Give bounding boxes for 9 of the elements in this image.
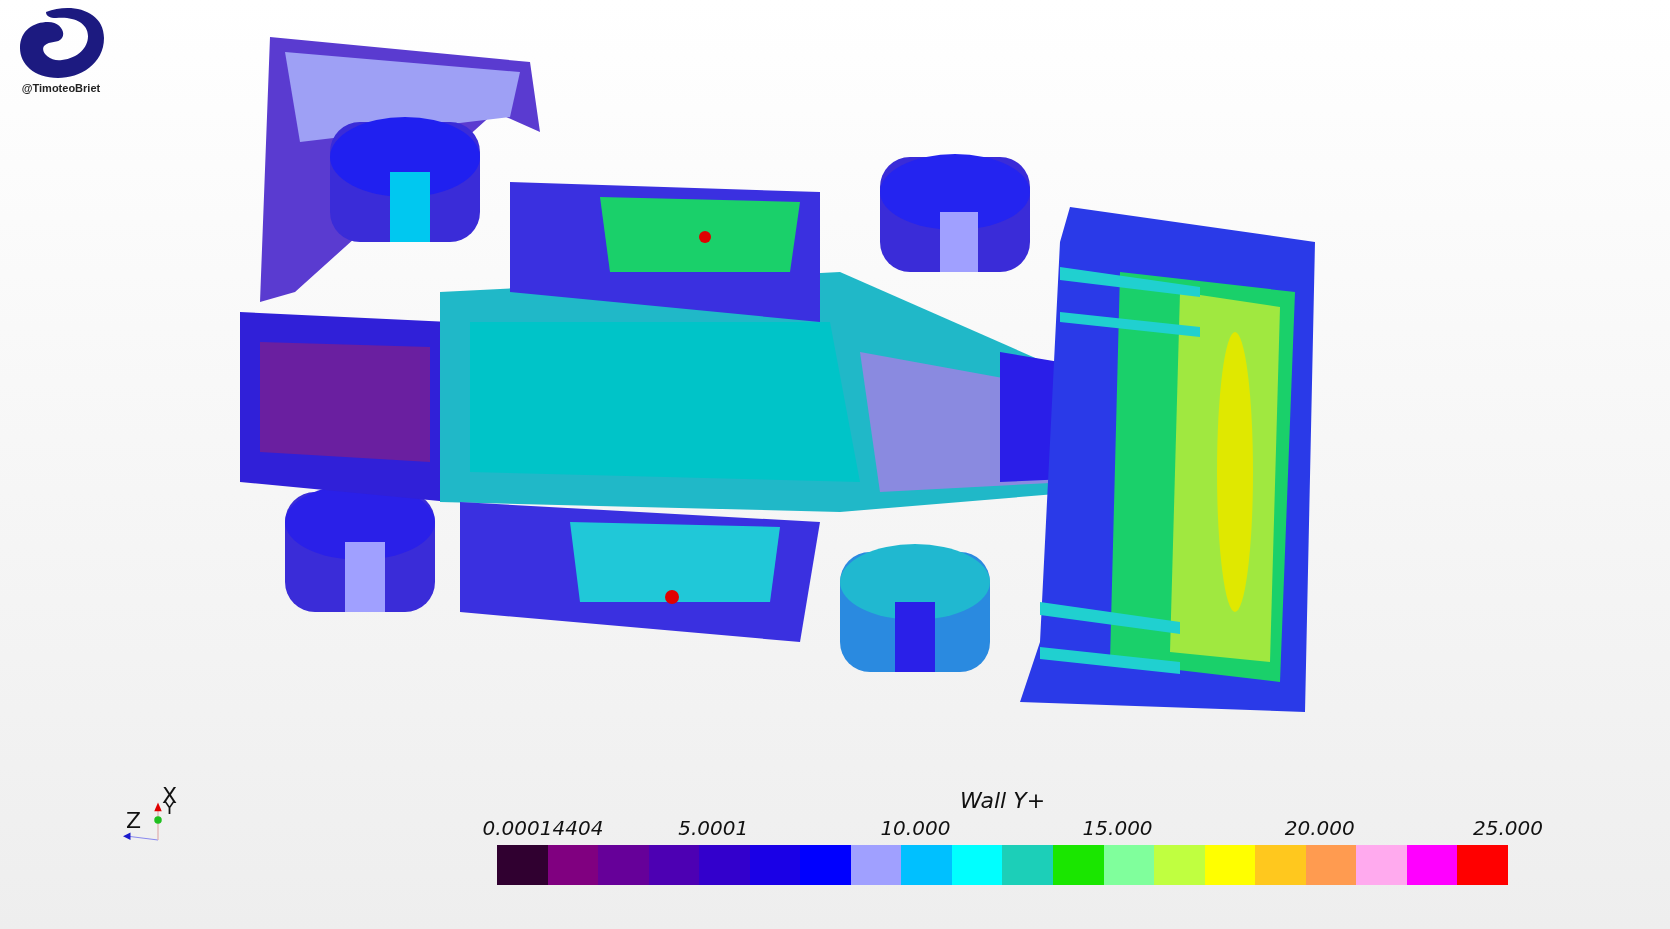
legend-tick-label: 5.0001 <box>678 816 749 840</box>
legend-title: Wall Y+ <box>958 788 1047 813</box>
legend-tick-label: 20.000 <box>1284 816 1355 840</box>
legend-tick-label: 15.000 <box>1082 816 1153 840</box>
legend-tick-label: 10.000 <box>880 816 951 840</box>
legend-tick-label: 0.00014404 <box>482 816 604 840</box>
z-axis-label: Z <box>126 810 142 832</box>
author-handle: @TimoteoBriet <box>21 82 101 94</box>
legend-tick-label: 25.000 <box>1473 816 1543 840</box>
